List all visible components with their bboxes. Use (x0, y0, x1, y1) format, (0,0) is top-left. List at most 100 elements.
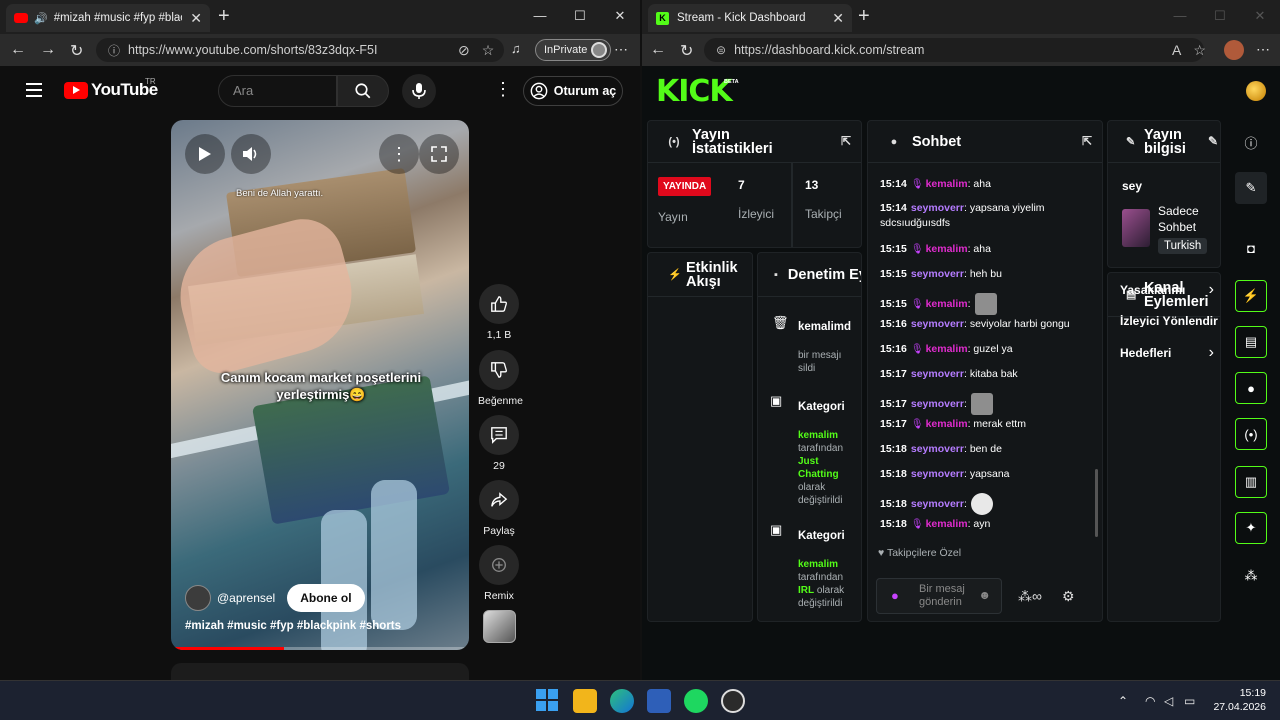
broadcast-icon[interactable]: (•) (1235, 418, 1267, 450)
tab-kick[interactable]: K Stream - Kick Dashboard ✕ (648, 4, 852, 32)
site-info-icon[interactable]: ⊜ (716, 43, 726, 57)
chat-username[interactable]: seymoverr (911, 468, 964, 480)
chat-username[interactable]: seymoverr (911, 268, 964, 280)
obs-icon[interactable] (721, 689, 745, 713)
hashtags[interactable]: #mizah #music #fyp #blackpink #shorts (185, 620, 401, 632)
maximize-icon[interactable]: ☐ (1200, 8, 1240, 24)
forward-icon[interactable]: → (40, 41, 56, 59)
chat-username[interactable]: seymoverr (911, 318, 964, 330)
close-window-icon[interactable]: ✕ (600, 8, 640, 24)
refresh-icon[interactable]: ↻ (680, 41, 693, 61)
chat-message-input[interactable]: ● Bir mesaj gönderin ☻ (876, 578, 1002, 614)
lightning-icon[interactable]: ⚡ (1235, 280, 1267, 312)
chevron-right-icon[interactable]: › (1209, 281, 1214, 299)
back-icon[interactable]: ← (650, 41, 666, 59)
minimize-icon[interactable]: — (1160, 8, 1200, 24)
chat-username[interactable]: seymoverr (911, 498, 964, 510)
comments-action[interactable]: 29 (478, 415, 520, 472)
settings-menu-icon[interactable]: ⋮ (494, 80, 512, 98)
collections-icon[interactable]: ♫ (511, 41, 521, 56)
popout-icon[interactable]: ⇱ (841, 134, 851, 148)
info-icon[interactable]: ⓘ (1235, 126, 1267, 158)
channel-action-row[interactable]: İzleyici Yönlendir (1120, 315, 1220, 327)
apps-icon[interactable]: ⁂ (1235, 560, 1267, 592)
chat-username[interactable]: kemalim (926, 243, 968, 255)
more-icon[interactable]: ⋯ (614, 41, 628, 58)
channel-avatar[interactable] (185, 585, 211, 611)
search-button[interactable] (337, 75, 389, 107)
battery-icon[interactable]: ▭ (1184, 694, 1195, 708)
dislike-action[interactable]: Beğenme (478, 350, 523, 407)
chat-username[interactable]: kemalim (926, 418, 968, 430)
popout-icon[interactable]: ⇱ (1082, 134, 1092, 148)
clock[interactable]: 15:19 27.04.2026 (1213, 686, 1266, 714)
tab-youtube[interactable]: 🔊 #mizah #music #fyp #blackpi ✕ (6, 4, 210, 32)
site-info-icon[interactable]: ⓘ (108, 42, 120, 59)
speaker-icon[interactable]: ◁ (1164, 694, 1173, 708)
url-field[interactable]: ⓘ https://www.youtube.com/shorts/83z3dqx… (96, 38, 504, 62)
chat-username[interactable]: kemalim (926, 178, 968, 190)
chat-username[interactable]: kemalim (926, 518, 968, 530)
new-tab-button[interactable]: + (218, 6, 230, 26)
emoji-icon[interactable]: ☻ (978, 589, 991, 602)
chat-username[interactable]: kemalim (926, 343, 968, 355)
subscribe-button[interactable]: Abone ol (287, 584, 365, 612)
wrench-icon[interactable]: ✦ (1235, 512, 1267, 544)
chat-scrollbar[interactable] (1095, 469, 1098, 537)
chat-username[interactable]: seymoverr (911, 443, 964, 455)
kick-logo[interactable]: KICK (656, 77, 733, 107)
speaker-icon[interactable]: 🔊 (34, 12, 48, 25)
layout-icon[interactable]: ▥ (1235, 466, 1267, 498)
spotify-icon[interactable] (684, 689, 708, 713)
chat-username[interactable]: seymoverr (911, 398, 964, 410)
file-explorer-icon[interactable] (573, 689, 597, 713)
edge-browser-icon[interactable] (610, 689, 634, 713)
hamburger-menu-icon[interactable] (26, 83, 42, 101)
chevron-right-icon[interactable]: › (1209, 344, 1214, 362)
channel-action-row[interactable]: Hedefleri (1120, 347, 1220, 359)
short-video-player[interactable]: ⋮ Beni de Allah yarattı. Canım kocam mar… (171, 120, 469, 650)
chat-username[interactable]: kemalim (926, 298, 968, 310)
wifi-icon[interactable]: ◠ (1145, 694, 1155, 708)
chat-icon[interactable]: ● (1235, 372, 1267, 404)
refresh-icon[interactable]: ↻ (70, 41, 83, 61)
camera-icon[interactable]: ◘ (1235, 232, 1267, 264)
more-options-icon[interactable]: ⋮ (379, 134, 419, 174)
next-short-preview[interactable] (171, 663, 469, 680)
favorite-star-icon[interactable]: ☆ (1193, 42, 1206, 59)
search-input[interactable]: Ara (218, 75, 337, 107)
minimize-icon[interactable]: — (520, 8, 560, 24)
chevron-up-icon[interactable]: ⌃ (1118, 694, 1128, 708)
close-tab-icon[interactable]: ✕ (832, 10, 844, 27)
chat-username[interactable]: seymoverr (911, 368, 964, 380)
notes-icon[interactable]: ▤ (1235, 326, 1267, 358)
fullscreen-button[interactable] (419, 134, 459, 174)
maximize-icon[interactable]: ☐ (560, 8, 600, 24)
channel-action-row[interactable]: Yasaklanmı (1120, 284, 1220, 296)
like-action[interactable]: 1,1 B (478, 284, 520, 341)
url-field[interactable]: ⊜ https://dashboard.kick.com/stream (704, 38, 1204, 62)
back-icon[interactable]: ← (10, 41, 26, 59)
close-window-icon[interactable]: ✕ (1240, 8, 1280, 24)
favorite-star-icon[interactable]: ☆ (482, 42, 495, 59)
profile-avatar[interactable] (1224, 40, 1244, 60)
user-avatar[interactable] (1246, 81, 1266, 101)
more-icon[interactable]: ⋯ (1256, 41, 1270, 58)
share-action[interactable]: Paylaş (478, 480, 520, 537)
chat-username[interactable]: seymoverr (911, 202, 964, 214)
close-tab-icon[interactable]: ✕ (190, 10, 202, 27)
voice-search-button[interactable] (402, 74, 436, 108)
new-tab-button[interactable]: + (858, 6, 870, 26)
tracking-icon[interactable]: ⊘ (458, 42, 470, 59)
mute-button[interactable] (231, 134, 271, 174)
microphone-icon[interactable]: ● (891, 589, 899, 602)
edit-icon[interactable]: ✎ (1208, 134, 1218, 148)
edit-icon[interactable]: ✎ (1235, 172, 1267, 204)
store-icon[interactable] (647, 689, 671, 713)
channel-name[interactable]: @aprensel (217, 591, 275, 605)
remix-action[interactable]: Remix (478, 545, 520, 602)
read-aloud-icon[interactable]: A (1172, 42, 1181, 59)
sound-thumbnail[interactable] (483, 610, 516, 643)
chat-settings-icon[interactable]: ⚙ (1062, 588, 1075, 605)
start-icon[interactable] (536, 689, 560, 713)
